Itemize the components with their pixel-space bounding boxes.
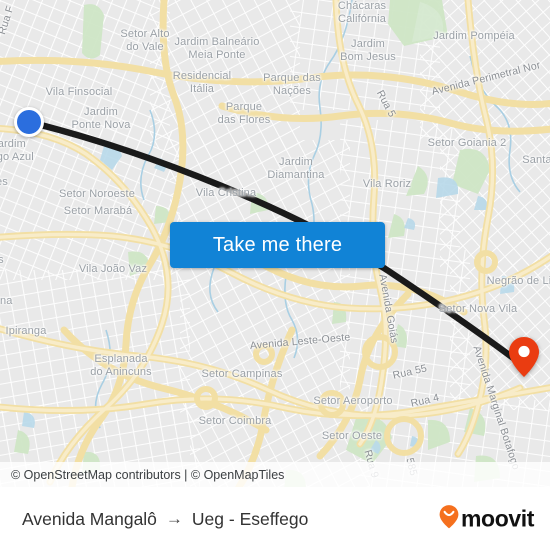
map-canvas[interactable]: Setor Alto do Vale Jardim Balneário Meia … bbox=[0, 0, 550, 487]
origin-marker[interactable] bbox=[14, 107, 44, 137]
moovit-wordmark: moovit bbox=[461, 505, 534, 532]
moovit-pin-smile-icon bbox=[439, 505, 459, 534]
trip-title: Avenida Mangalô → Ueg - Eseffego bbox=[22, 509, 308, 530]
trip-origin: Avenida Mangalô bbox=[22, 508, 157, 529]
trip-destination: Ueg - Eseffego bbox=[191, 508, 309, 529]
arrow-right-icon: → bbox=[165, 509, 183, 528]
moovit-trip-map-screen: Setor Alto do Vale Jardim Balneário Meia … bbox=[0, 0, 550, 550]
map-attribution: © OpenStreetMap contributors | © OpenMap… bbox=[0, 462, 550, 487]
take-me-there-button[interactable]: Take me there bbox=[170, 222, 385, 268]
trip-footer: Avenida Mangalô → Ueg - Eseffego moovit bbox=[0, 487, 550, 550]
destination-marker[interactable] bbox=[508, 336, 540, 378]
moovit-logo: moovit bbox=[439, 505, 534, 534]
